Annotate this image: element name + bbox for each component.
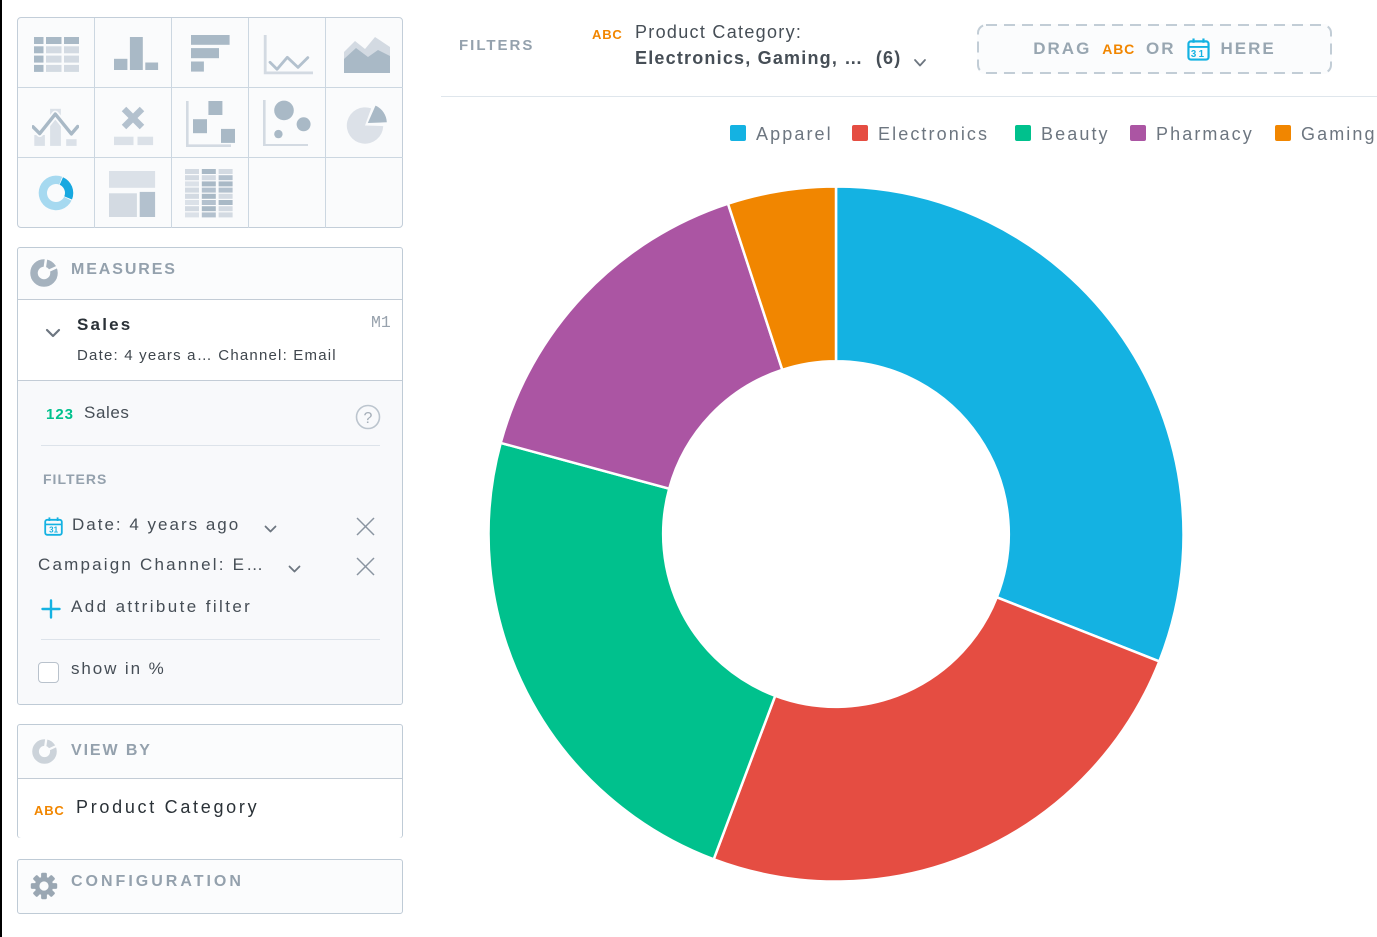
svg-text:31: 31: [49, 526, 58, 535]
svg-text:?: ?: [364, 410, 373, 427]
svg-text:31: 31: [1190, 48, 1206, 59]
